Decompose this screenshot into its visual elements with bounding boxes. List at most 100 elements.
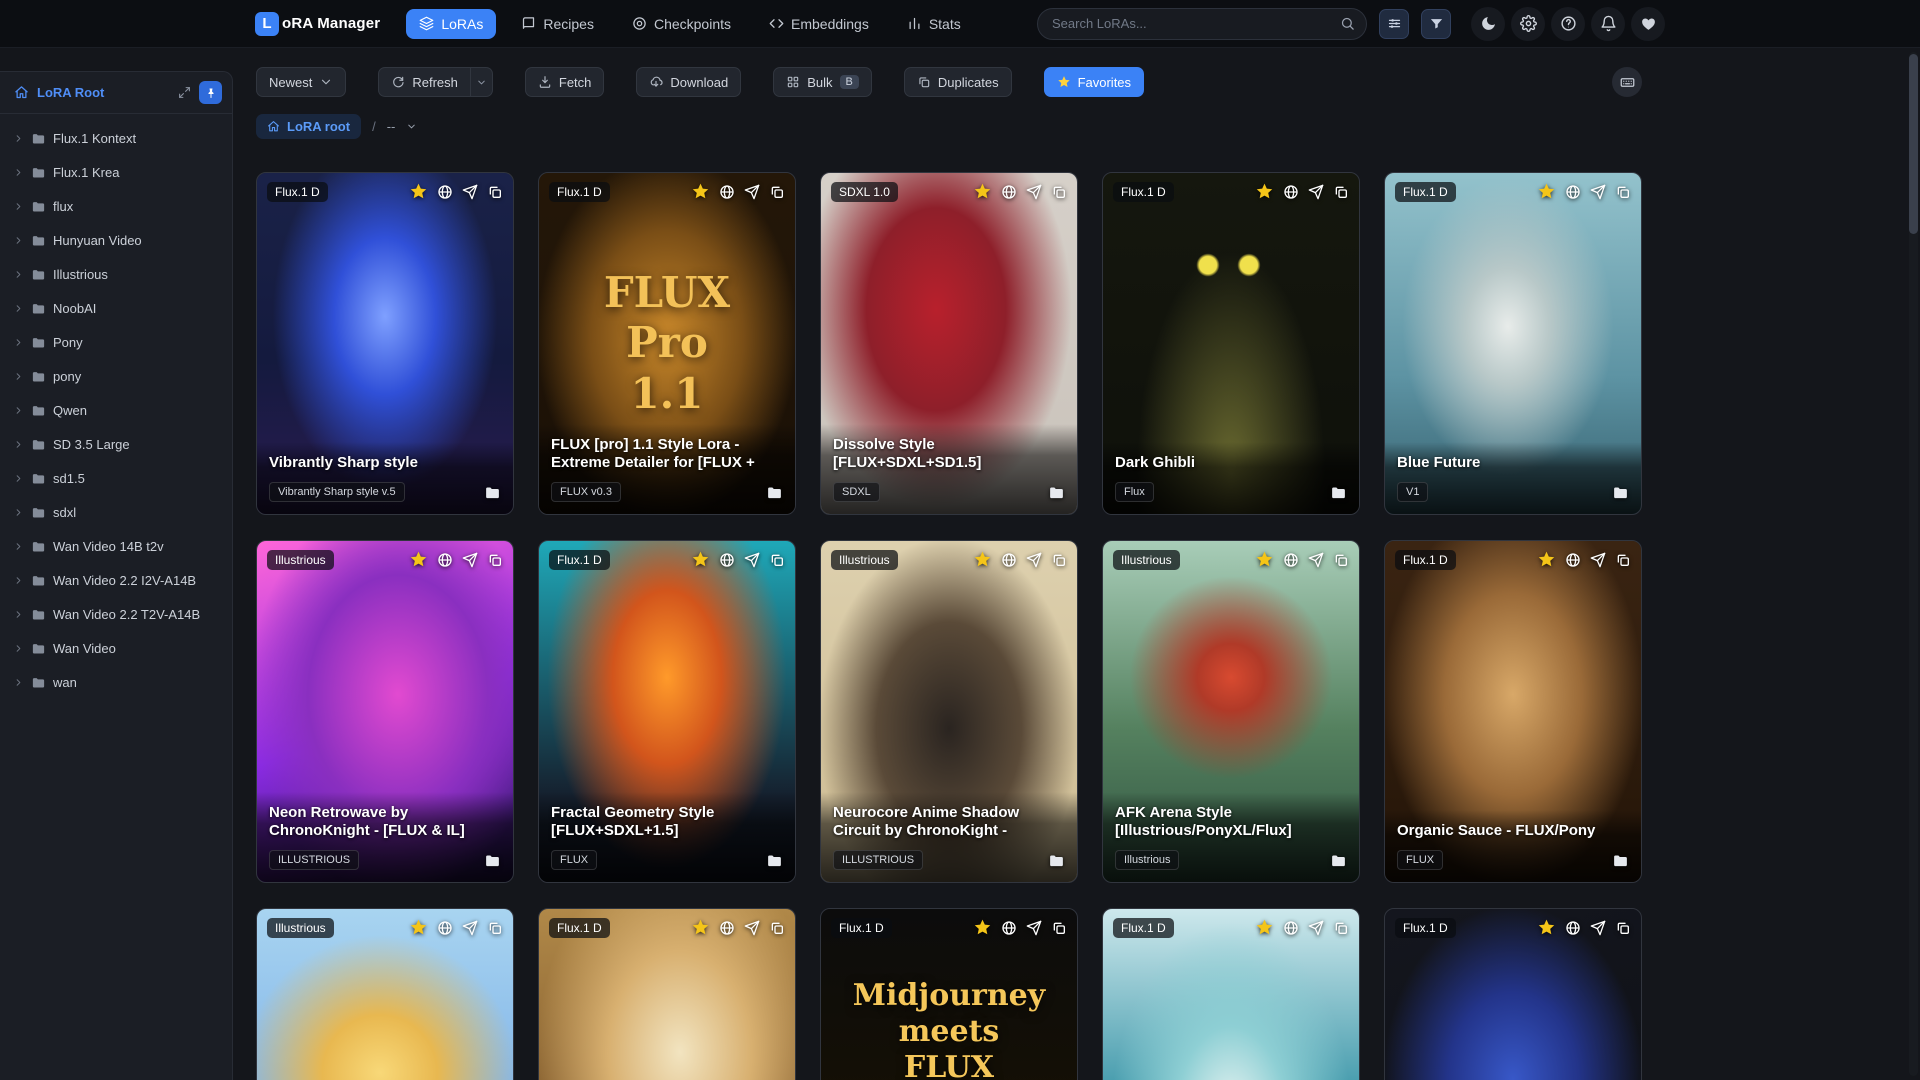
lora-card[interactable]: Illustrious Neurocore Anime Shadow Circui… (820, 540, 1078, 883)
folder-item[interactable]: Wan Video 14B t2v (0, 529, 232, 563)
lora-card[interactable]: Flux.1 D Blue Future V1 (1384, 172, 1642, 515)
folder-item[interactable]: Wan Video 2.2 I2V-A14B (0, 563, 232, 597)
send-icon[interactable] (1308, 184, 1324, 200)
copy-icon[interactable] (769, 920, 785, 936)
copy-icon[interactable] (1615, 920, 1631, 936)
copy-icon[interactable] (1051, 920, 1067, 936)
favorite-star-icon[interactable] (409, 918, 428, 937)
pin-button[interactable] (199, 81, 222, 104)
refresh-button[interactable]: Refresh (378, 67, 471, 97)
folder-item[interactable]: sd1.5 (0, 461, 232, 495)
expand-icon[interactable] (178, 86, 191, 99)
copy-icon[interactable] (1615, 184, 1631, 200)
favorite-star-icon[interactable] (691, 182, 710, 201)
nav-item-stats[interactable]: Stats (894, 9, 974, 39)
send-icon[interactable] (1308, 920, 1324, 936)
card-version-tag[interactable]: FLUX v0.3 (551, 482, 621, 502)
globe-icon[interactable] (719, 552, 735, 568)
lora-card[interactable]: Flux.1 D Organic Sauce - FLUX/Pony FLUX (1384, 540, 1642, 883)
send-icon[interactable] (1590, 184, 1606, 200)
sort-select[interactable]: Newest (256, 67, 347, 97)
download-button[interactable]: Download (636, 67, 742, 97)
sidebar-root-label[interactable]: LoRA Root (37, 85, 170, 100)
copy-icon[interactable] (769, 184, 785, 200)
folder-item[interactable]: Flux.1 Krea (0, 155, 232, 189)
lora-card[interactable]: Flux.1 D Vibrantly Sharp style Vibrantly S… (256, 172, 514, 515)
send-icon[interactable] (462, 552, 478, 568)
card-version-tag[interactable]: Vibrantly Sharp style v.5 (269, 482, 405, 502)
breadcrumb-root[interactable]: LoRA root (256, 114, 362, 139)
search-input[interactable] (1037, 7, 1367, 40)
nav-item-recipes[interactable]: Recipes (508, 9, 607, 39)
lora-card[interactable]: Flux.1 D Dark Ghibli Flux (1102, 172, 1360, 515)
folder-icon[interactable] (1612, 484, 1629, 501)
favorite-star-icon[interactable] (973, 182, 992, 201)
globe-icon[interactable] (719, 184, 735, 200)
globe-icon[interactable] (1001, 184, 1017, 200)
copy-icon[interactable] (487, 552, 503, 568)
nav-item-checkpoints[interactable]: Checkpoints (619, 9, 744, 39)
copy-icon[interactable] (1333, 920, 1349, 936)
send-icon[interactable] (1026, 184, 1042, 200)
card-version-tag[interactable]: FLUX (551, 850, 598, 870)
folder-icon[interactable] (766, 484, 783, 501)
scrollbar-thumb[interactable] (1909, 54, 1918, 234)
folder-item[interactable]: NoobAI (0, 291, 232, 325)
lora-card[interactable]: Flux.1 D (1102, 908, 1360, 1080)
send-icon[interactable] (1590, 552, 1606, 568)
card-version-tag[interactable]: V1 (1397, 482, 1429, 502)
favorite-star-icon[interactable] (1537, 550, 1556, 569)
folder-item[interactable]: Pony (0, 325, 232, 359)
copy-icon[interactable] (769, 552, 785, 568)
help-button[interactable] (1551, 6, 1585, 41)
folder-item[interactable]: pony (0, 359, 232, 393)
globe-icon[interactable] (1565, 184, 1581, 200)
bulk-button[interactable]: Bulk B (773, 67, 872, 97)
folder-icon[interactable] (1048, 484, 1065, 501)
favorite-star-icon[interactable] (409, 550, 428, 569)
card-version-tag[interactable]: ILLUSTRIOUS (269, 850, 360, 870)
copy-icon[interactable] (1615, 552, 1631, 568)
card-version-tag[interactable]: ILLUSTRIOUS (833, 850, 924, 870)
send-icon[interactable] (744, 552, 760, 568)
folder-item[interactable]: Wan Video (0, 631, 232, 665)
lora-card[interactable]: Illustrious Neon Retrowave by ChronoKnigh… (256, 540, 514, 883)
folder-icon[interactable] (484, 484, 501, 501)
globe-icon[interactable] (437, 552, 453, 568)
folder-icon[interactable] (1048, 852, 1065, 869)
favorite-star-icon[interactable] (1255, 182, 1274, 201)
copy-icon[interactable] (1051, 552, 1067, 568)
globe-icon[interactable] (1283, 920, 1299, 936)
refresh-dropdown-button[interactable] (470, 67, 493, 97)
globe-icon[interactable] (437, 184, 453, 200)
send-icon[interactable] (1026, 552, 1042, 568)
folder-icon[interactable] (1330, 852, 1347, 869)
folder-item[interactable]: flux (0, 189, 232, 223)
folder-icon[interactable] (1612, 852, 1629, 869)
nav-item-loras[interactable]: LoRAs (406, 8, 497, 39)
folder-item[interactable]: Qwen (0, 393, 232, 427)
globe-icon[interactable] (1565, 920, 1581, 936)
send-icon[interactable] (462, 920, 478, 936)
send-icon[interactable] (462, 184, 478, 200)
send-icon[interactable] (744, 184, 760, 200)
lora-card[interactable]: Flux.1 D (538, 908, 796, 1080)
favorite-star-icon[interactable] (1537, 182, 1556, 201)
send-icon[interactable] (1590, 920, 1606, 936)
gear-button[interactable] (1511, 6, 1545, 41)
copy-icon[interactable] (1051, 184, 1067, 200)
favorite-star-icon[interactable] (691, 550, 710, 569)
globe-icon[interactable] (1001, 552, 1017, 568)
favorite-star-icon[interactable] (1255, 550, 1274, 569)
card-version-tag[interactable]: FLUX (1397, 850, 1444, 870)
lora-card[interactable]: SDXL 1.0 Dissolve Style [FLUX+SDXL+SD1.5]… (820, 172, 1078, 515)
lora-card[interactable]: Midjourney meets FLUX Flux.1 D (820, 908, 1078, 1080)
globe-icon[interactable] (1001, 920, 1017, 936)
lora-card[interactable]: Flux.1 D (1384, 908, 1642, 1080)
lora-card[interactable]: Flux.1 D Fractal Geometry Style [FLUX+SDX… (538, 540, 796, 883)
send-icon[interactable] (744, 920, 760, 936)
send-icon[interactable] (1026, 920, 1042, 936)
copy-icon[interactable] (487, 184, 503, 200)
folder-icon[interactable] (484, 852, 501, 869)
folder-item[interactable]: Flux.1 Kontext (0, 121, 232, 155)
